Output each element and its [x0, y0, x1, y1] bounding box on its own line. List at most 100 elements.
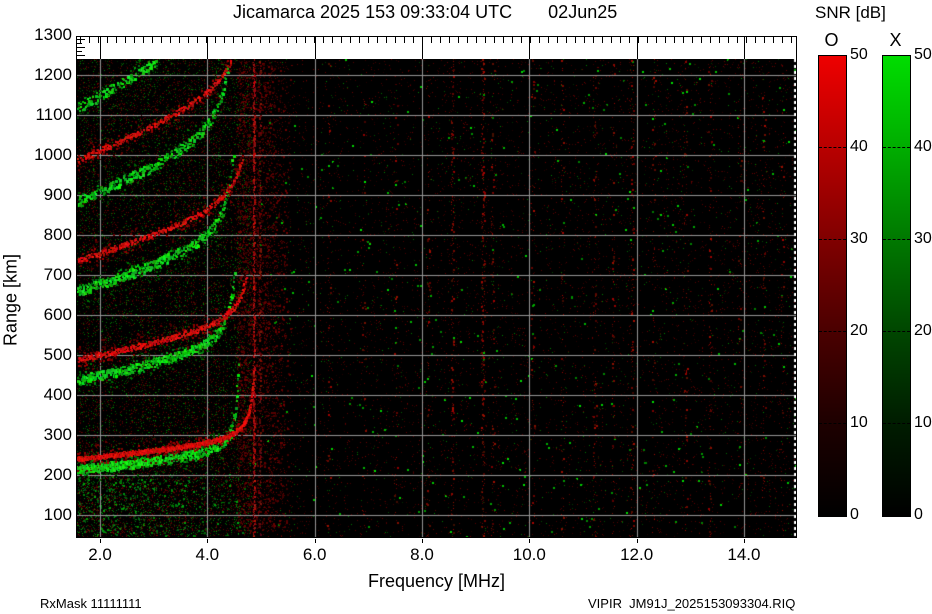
top-axis-minor-tick [332, 37, 333, 43]
top-axis-minor-tick [458, 37, 459, 43]
top-axis-minor-tick [269, 37, 270, 43]
colorbar-tick-dash [883, 239, 910, 240]
top-axis-minor-tick [710, 37, 711, 43]
colorbar-x [882, 55, 911, 517]
top-axis-minor-tick [107, 37, 108, 43]
top-axis-minor-tick [161, 37, 162, 43]
y-tick-label: 400 [43, 385, 72, 404]
top-axis-minor-tick [377, 37, 378, 43]
top-axis-minor-tick [512, 37, 513, 43]
top-axis-minor-tick [638, 37, 639, 43]
x-tick-label: 6.0 [302, 545, 327, 564]
top-axis-minor-tick [350, 37, 351, 43]
vipir-ionogram-screen: Jicamarca 2025 153 09:33:04 UTC 02Jun25 … [0, 0, 932, 614]
top-axis-minor-tick [674, 37, 675, 43]
y-tick-label: 600 [43, 305, 72, 324]
x-axis-tick [421, 539, 423, 543]
top-axis-minor-tick [728, 37, 729, 43]
top-axis-minor-tick [287, 37, 288, 43]
colorbar-tick-label: 50 [914, 46, 932, 63]
top-axis-minor-tick [251, 37, 252, 43]
top-axis-minor-tick [341, 37, 342, 43]
top-axis-minor-tick [386, 37, 387, 43]
top-axis-minor-tick [692, 37, 693, 43]
colorbar-tick-label: 10 [914, 414, 932, 431]
y-tick-label: 800 [43, 225, 72, 244]
top-axis-minor-tick [620, 37, 621, 43]
x-axis-tick [743, 539, 745, 543]
top-axis-minor-tick [224, 37, 225, 43]
x-tick-label: 12.0 [620, 545, 654, 564]
colorbar-tick-dash [819, 331, 846, 332]
top-axis-major-tick [636, 37, 638, 59]
top-axis-major-tick [100, 37, 102, 59]
filename-text: VIPIR JM91J_2025153093304.RIQ [588, 596, 796, 611]
top-axis-minor-tick [404, 37, 405, 43]
top-axis-minor-tick [395, 37, 396, 43]
top-axis-minor-tick [548, 37, 549, 43]
top-axis-minor-tick [629, 37, 630, 43]
top-axis-minor-tick [215, 37, 216, 43]
top-axis-minor-tick [656, 37, 657, 43]
y-tick-label: 1200 [34, 65, 72, 84]
x-tick-label: 2.0 [88, 545, 112, 564]
x-axis-tick [636, 539, 638, 543]
y-tick-label: 500 [43, 345, 72, 364]
y-tick-label: 100 [43, 505, 72, 524]
colorbar-tick-dash [819, 147, 846, 148]
plot-title: Jicamarca 2025 153 09:33:04 UTC 02Jun25 [233, 2, 617, 23]
left-axis-minor-tick [77, 39, 85, 40]
left-axis-minor-tick [77, 47, 85, 48]
top-axis-minor-tick [179, 37, 180, 43]
top-axis-minor-tick [764, 37, 765, 43]
plot-title-date: 02Jun25 [548, 2, 618, 22]
colorbar-mode-label: X [889, 30, 902, 50]
x-axis-label: Frequency [MHz] [367, 571, 506, 591]
top-axis-major-tick [314, 37, 316, 59]
colorbar-tick-label: 40 [850, 138, 868, 155]
colorbar-tick-label: 30 [914, 230, 932, 247]
top-axis-minor-tick [188, 37, 189, 43]
top-axis-minor-tick [647, 37, 648, 43]
y-tick-label: 700 [43, 265, 72, 284]
top-axis-major-tick [207, 37, 209, 59]
top-axis-minor-tick [125, 37, 126, 43]
x-tick-label: 8.0 [410, 545, 434, 564]
x-axis-tick [529, 539, 531, 543]
top-axis-minor-tick [521, 37, 522, 43]
top-axis-major-tick [421, 37, 423, 59]
ionogram-plot-frame [76, 36, 797, 538]
y-tick-label: 1000 [34, 145, 72, 164]
y-tick-label: 900 [43, 185, 72, 204]
top-axis-minor-tick [431, 37, 432, 43]
colorbar-tick-dash [819, 239, 846, 240]
top-axis-minor-tick [593, 37, 594, 43]
x-axis-tick [207, 539, 209, 543]
top-axis-minor-tick [746, 37, 747, 43]
top-axis-minor-tick [413, 37, 414, 43]
rxmask-text: RxMask 11111111 [40, 596, 142, 611]
top-axis-minor-tick [323, 37, 324, 43]
top-axis-minor-tick [98, 37, 99, 43]
top-axis-minor-tick [359, 37, 360, 43]
colorbar-tick-dash [883, 423, 910, 424]
top-axis-minor-tick [719, 37, 720, 43]
top-axis-minor-tick [197, 37, 198, 43]
colorbar-tick-label: 0 [850, 506, 859, 523]
top-axis-minor-tick [782, 37, 783, 43]
top-axis-minor-tick [116, 37, 117, 43]
colorbar-tick-label: 20 [850, 322, 868, 339]
colorbar-tick-dash [883, 331, 910, 332]
top-axis-minor-tick [449, 37, 450, 43]
colorbar-tick-label: 20 [914, 322, 932, 339]
top-axis-minor-tick [296, 37, 297, 43]
top-axis-minor-tick [467, 37, 468, 43]
top-axis-minor-tick [566, 37, 567, 43]
top-axis-major-tick [743, 37, 745, 59]
top-axis-minor-tick [305, 37, 306, 43]
top-axis-minor-tick [602, 37, 603, 43]
y-tick-label: 1300 [34, 25, 72, 44]
top-axis-minor-tick [575, 37, 576, 43]
y-axis-label: Range [km] [0, 253, 21, 347]
y-tick-label: 300 [43, 425, 72, 444]
